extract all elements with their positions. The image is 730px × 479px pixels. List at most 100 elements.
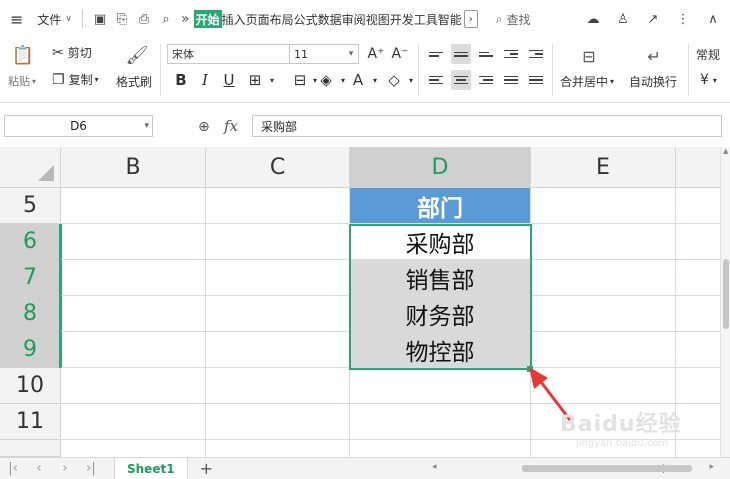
tab-view[interactable]: 视图 — [366, 11, 390, 28]
row-header-5[interactable]: 5 — [0, 188, 61, 224]
format-painter-button[interactable]: 格式刷 — [116, 73, 152, 90]
align-left-icon[interactable] — [426, 70, 446, 90]
cell-f11[interactable] — [676, 404, 720, 440]
column-header-c[interactable]: C — [206, 147, 350, 188]
format-painter-icon-wrap[interactable]: 🖌 — [124, 42, 150, 68]
chevron-down-icon[interactable]: ▾ — [365, 70, 385, 90]
first-sheet-icon[interactable]: |‹ — [0, 461, 26, 476]
cell-e9[interactable] — [531, 332, 676, 368]
scroll-left-icon[interactable]: ◂ — [432, 462, 437, 472]
cell-e10[interactable] — [531, 368, 676, 404]
row-header-10[interactable]: 10 — [0, 368, 61, 404]
cell-d8[interactable]: 财务部 — [350, 296, 531, 332]
preview-icon[interactable]: ⌕ — [155, 8, 177, 30]
next-sheet-icon[interactable]: › — [52, 461, 78, 476]
currency-button[interactable]: ¥ ▾ — [700, 72, 717, 88]
prev-sheet-icon[interactable]: ‹ — [26, 461, 52, 476]
fx-icon[interactable]: fx — [224, 117, 238, 135]
cell-d5[interactable]: 部门 — [350, 188, 531, 224]
vertical-scrollbar[interactable]: ▲ — [720, 147, 730, 457]
sheet-tab-sheet1[interactable]: Sheet1 — [114, 457, 188, 479]
scroll-thumb[interactable] — [723, 259, 729, 329]
scroll-right-icon[interactable]: ▸ — [709, 462, 714, 472]
cell-e7[interactable] — [531, 260, 676, 296]
tab-page-layout[interactable]: 页面布局 — [246, 11, 294, 28]
indent-decrease-icon[interactable] — [501, 44, 521, 64]
add-sheet-icon[interactable]: + — [200, 459, 213, 478]
more-icon[interactable]: ⋮ — [674, 8, 692, 30]
column-header-b[interactable]: B — [61, 147, 206, 188]
align-bottom-icon[interactable] — [476, 44, 496, 64]
cell-b10[interactable] — [61, 368, 206, 404]
tab-developer[interactable]: 开发工具 — [390, 11, 438, 28]
search-box[interactable]: ⌕ 查找 — [496, 11, 531, 28]
cell-f12[interactable] — [676, 440, 720, 457]
cell-c11[interactable] — [206, 404, 350, 440]
cell-c12[interactable] — [206, 440, 350, 457]
justify-icon[interactable] — [501, 70, 521, 90]
cell-d7[interactable]: 销售部 — [350, 260, 531, 296]
increase-font-icon[interactable]: A⁺ — [366, 44, 386, 64]
cell-c6[interactable] — [206, 224, 350, 260]
zoom-icon[interactable]: ⊕ — [198, 119, 210, 135]
chevron-down-icon[interactable]: ▾ — [262, 70, 282, 90]
cell-c8[interactable] — [206, 296, 350, 332]
cell-c7[interactable] — [206, 260, 350, 296]
row-header-6[interactable]: 6 — [0, 224, 61, 260]
align-top-icon[interactable] — [426, 44, 446, 64]
cell-c5[interactable] — [206, 188, 350, 224]
cell-f10[interactable] — [676, 368, 720, 404]
tab-review[interactable]: 审阅 — [342, 11, 366, 28]
formula-input[interactable]: 采购部 — [252, 115, 722, 137]
italic-button[interactable]: I — [195, 70, 215, 90]
cut-button[interactable]: ✂ 剪切 — [52, 44, 92, 61]
column-header-f[interactable] — [676, 147, 720, 188]
menu-icon[interactable]: ≡ — [6, 0, 27, 38]
fill-handle[interactable] — [527, 366, 533, 372]
last-sheet-icon[interactable]: ›| — [78, 461, 104, 476]
cell-f6[interactable] — [676, 224, 720, 260]
print-icon[interactable]: ⎙ — [133, 8, 155, 30]
number-format-select[interactable]: 常规 — [696, 46, 720, 63]
decrease-font-icon[interactable]: A⁻ — [390, 44, 410, 64]
cell-f9[interactable] — [676, 332, 720, 368]
double-chevron-icon[interactable]: » — [181, 11, 190, 27]
copy-button[interactable]: ❐ 复制 ▾ — [52, 71, 99, 88]
cell-e5[interactable] — [531, 188, 676, 224]
column-header-d[interactable]: D — [350, 147, 531, 188]
cell-b8[interactable] — [61, 296, 206, 332]
row-header-9[interactable]: 9 — [0, 332, 61, 368]
user-add-icon[interactable]: ♙ — [614, 8, 632, 30]
tab-insert[interactable]: 插入 — [222, 11, 246, 28]
cell-c9[interactable] — [206, 332, 350, 368]
row-header-12[interactable]: 12 — [0, 440, 61, 457]
font-size-select[interactable]: 11 ▾ — [289, 44, 359, 64]
horizontal-scroll-thumb[interactable] — [522, 465, 692, 472]
tab-smart[interactable]: 智能 — [438, 11, 462, 28]
distributed-icon[interactable] — [526, 70, 546, 90]
bold-button[interactable]: B — [171, 70, 191, 90]
cell-d11[interactable] — [350, 404, 531, 440]
collapse-ribbon-icon[interactable]: ∧ — [704, 8, 722, 30]
file-menu[interactable]: 文件 ∨ — [33, 0, 76, 38]
indent-increase-icon[interactable] — [526, 44, 546, 64]
cell-f5[interactable] — [676, 188, 720, 224]
cell-c10[interactable] — [206, 368, 350, 404]
merge-center-icon-wrap[interactable]: ⊟ — [576, 43, 602, 69]
paste-button-icon-wrap[interactable]: 📋 — [10, 42, 36, 68]
tab-formulas[interactable]: 公式 — [294, 11, 318, 28]
cell-b11[interactable] — [61, 404, 206, 440]
column-header-e[interactable]: E — [531, 147, 676, 188]
wrap-text-icon-wrap[interactable]: ↵ — [641, 43, 667, 69]
paste-button[interactable]: 粘贴 ▾ — [8, 73, 36, 89]
row-header-7[interactable]: 7 — [0, 260, 61, 296]
select-all-corner[interactable] — [0, 147, 61, 188]
save-icon[interactable]: ▣ — [89, 8, 111, 30]
cell-e8[interactable] — [531, 296, 676, 332]
align-right-icon[interactable] — [476, 70, 496, 90]
cell-d6[interactable]: 采购部 — [350, 224, 531, 260]
cell-f8[interactable] — [676, 296, 720, 332]
cell-f7[interactable] — [676, 260, 720, 296]
merge-center-button[interactable]: 合并居中 ▾ — [560, 73, 614, 90]
share-icon[interactable]: ↗ — [644, 8, 662, 30]
